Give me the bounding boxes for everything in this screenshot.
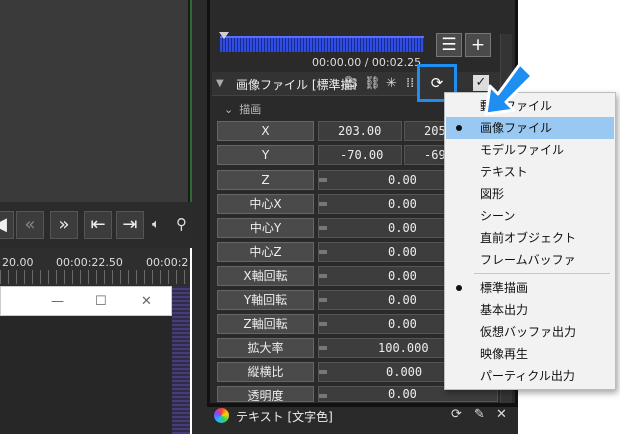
window-edge [192,0,207,434]
light-icon[interactable]: ✳ [386,76,397,91]
param-value-opacity: 0.00 [388,387,417,401]
param-value-y-start: -70.00 [340,148,384,162]
param-value-scale: 100.000 [378,341,429,355]
menu-item-label: 画像ファイル [480,121,553,135]
color-wheel-icon[interactable] [214,408,229,423]
fast-forward-icon[interactable]: » [50,211,78,239]
menu-separator [474,273,610,274]
param-value-center-x: 0.00 [388,197,417,211]
menu-item-label: モデルファイル [480,143,565,157]
param-label-y[interactable]: Y [217,145,314,165]
timeline-ruler [0,270,190,284]
rewind-icon[interactable]: « [16,211,44,239]
list-menu-icon[interactable]: ☰ [436,33,462,57]
link-icon[interactable]: ⛓ [364,76,381,91]
menu-item-label: テキスト [480,165,528,179]
menu-item-label: 標準描画 [480,281,529,295]
menu-item-model[interactable]: モデルファイル [446,139,614,161]
param-value-rotate-y: 0.00 [388,293,417,307]
pointer-arrow-icon [484,62,534,116]
param-label-opacity[interactable]: 透明度 [217,386,314,402]
menu-item-video-playback[interactable]: 映像再生 [446,343,614,365]
camera-icon[interactable]: 🎥︎ [342,76,359,91]
param-label-center-y[interactable]: 中心Y [217,218,314,238]
playhead-marker[interactable] [219,32,229,39]
param-value-y-end: -69 [424,148,446,162]
menu-item-label: パーティクル出力 [480,369,575,383]
menu-item-frame-buffer[interactable]: フレームバッファ [446,249,614,271]
menu-item-basic-output[interactable]: 基本出力 [446,299,614,321]
timeline-layer-strip [172,286,190,434]
param-label-rotate-x[interactable]: X軸回転 [217,266,314,286]
audio-time-readout: 00:00.00 / 00:02.25 [312,56,422,69]
child-window: — ☐ ✕ [0,286,172,316]
jump-end-icon[interactable]: ⇥ [116,211,144,239]
param-value-aspect: 0.000 [386,365,423,379]
param-value-z: 0.00 [388,173,417,187]
param-label-scale[interactable]: 拡大率 [217,338,314,358]
param-label-center-x[interactable]: 中心X [217,194,314,214]
param-value-center-y: 0.00 [388,221,417,235]
selected-dot-icon [456,285,462,291]
selected-dot-icon [456,125,462,131]
param-value-x-end: 205 [424,124,446,138]
param-label-rotate-z[interactable]: Z軸回転 [217,314,314,334]
menu-item-label: 映像再生 [480,347,529,361]
param-label-x[interactable]: X [217,121,314,141]
chevron-down-icon: ⌄ [224,103,234,116]
zoom-icon[interactable]: ⚲ [176,215,187,233]
timecode-3: 00:00:2 [146,256,189,269]
menu-item-label: 仮想バッファ出力 [480,325,577,339]
maximize-button[interactable]: ☐ [95,294,107,309]
param-value-center-z: 0.00 [388,245,417,259]
menu-item-label: 直前オブジェクト [480,231,577,245]
param-label-rotate-y[interactable]: Y軸回転 [217,290,314,310]
object-type-menu: 動画ファイル 画像ファイル モデルファイル テキスト 図形 シーン 直前オブジェ… [444,92,616,390]
add-icon[interactable]: + [465,33,491,57]
menu-item-shape[interactable]: 図形 [446,183,614,205]
param-label-center-z[interactable]: 中心Z [217,242,314,262]
param-value-rotate-z: 0.00 [388,317,417,331]
prev-button[interactable]: ◀ [0,211,14,239]
jump-start-icon[interactable]: ⇤ [84,211,112,239]
param-label-aspect[interactable]: 縦横比 [217,362,314,382]
param-value-rotate-x: 0.00 [388,269,417,283]
close-icon[interactable]: ✕ [496,407,507,422]
text-object-title: テキスト [文字色] [236,410,333,424]
minimize-button[interactable]: — [51,294,64,309]
param-value-x-start: 203.00 [338,124,382,138]
timeline-tracks [0,316,190,434]
param-label-z[interactable]: Z [217,170,314,190]
close-button[interactable]: ✕ [141,294,152,309]
section-draw[interactable]: ⌄ 描画 [224,101,261,117]
eyedropper-icon[interactable]: ✎ [474,407,485,422]
menu-item-label: フレームバッファ [480,253,576,267]
video-preview [0,0,190,202]
menu-item-label: 図形 [480,187,505,201]
menu-item-previous-object[interactable]: 直前オブジェクト [446,227,614,249]
audio-waveform[interactable] [220,36,424,52]
menu-item-scene[interactable]: シーン [446,205,614,227]
menu-item-label: シーン [480,209,516,223]
refresh-icon[interactable]: ⟳ [451,407,462,422]
grid-icon[interactable]: ⁞⁞ [406,76,414,91]
menu-item-virtual-buffer[interactable]: 仮想バッファ出力 [446,321,614,343]
menu-item-image[interactable]: 画像ファイル [446,117,614,139]
section-label: 描画 [239,103,262,116]
menu-item-label: 基本出力 [480,303,529,317]
collapse-triangle-icon[interactable]: ▼ [216,78,224,89]
timecode-2: 00:00:22.50 [56,256,123,269]
menu-item-standard-draw[interactable]: 標準描画 [446,277,614,299]
menu-item-text[interactable]: テキスト [446,161,614,183]
playback-controls: ◀ « » ⇤ ⇥ 🔈︎ ⚲ [0,202,207,248]
object-title: 画像ファイル [標準描画] [236,78,356,92]
menu-item-particle-output[interactable]: パーティクル出力 [446,365,614,387]
volume-icon[interactable]: 🔈︎ [152,217,160,232]
timecode-1: 20.00 [2,256,34,269]
